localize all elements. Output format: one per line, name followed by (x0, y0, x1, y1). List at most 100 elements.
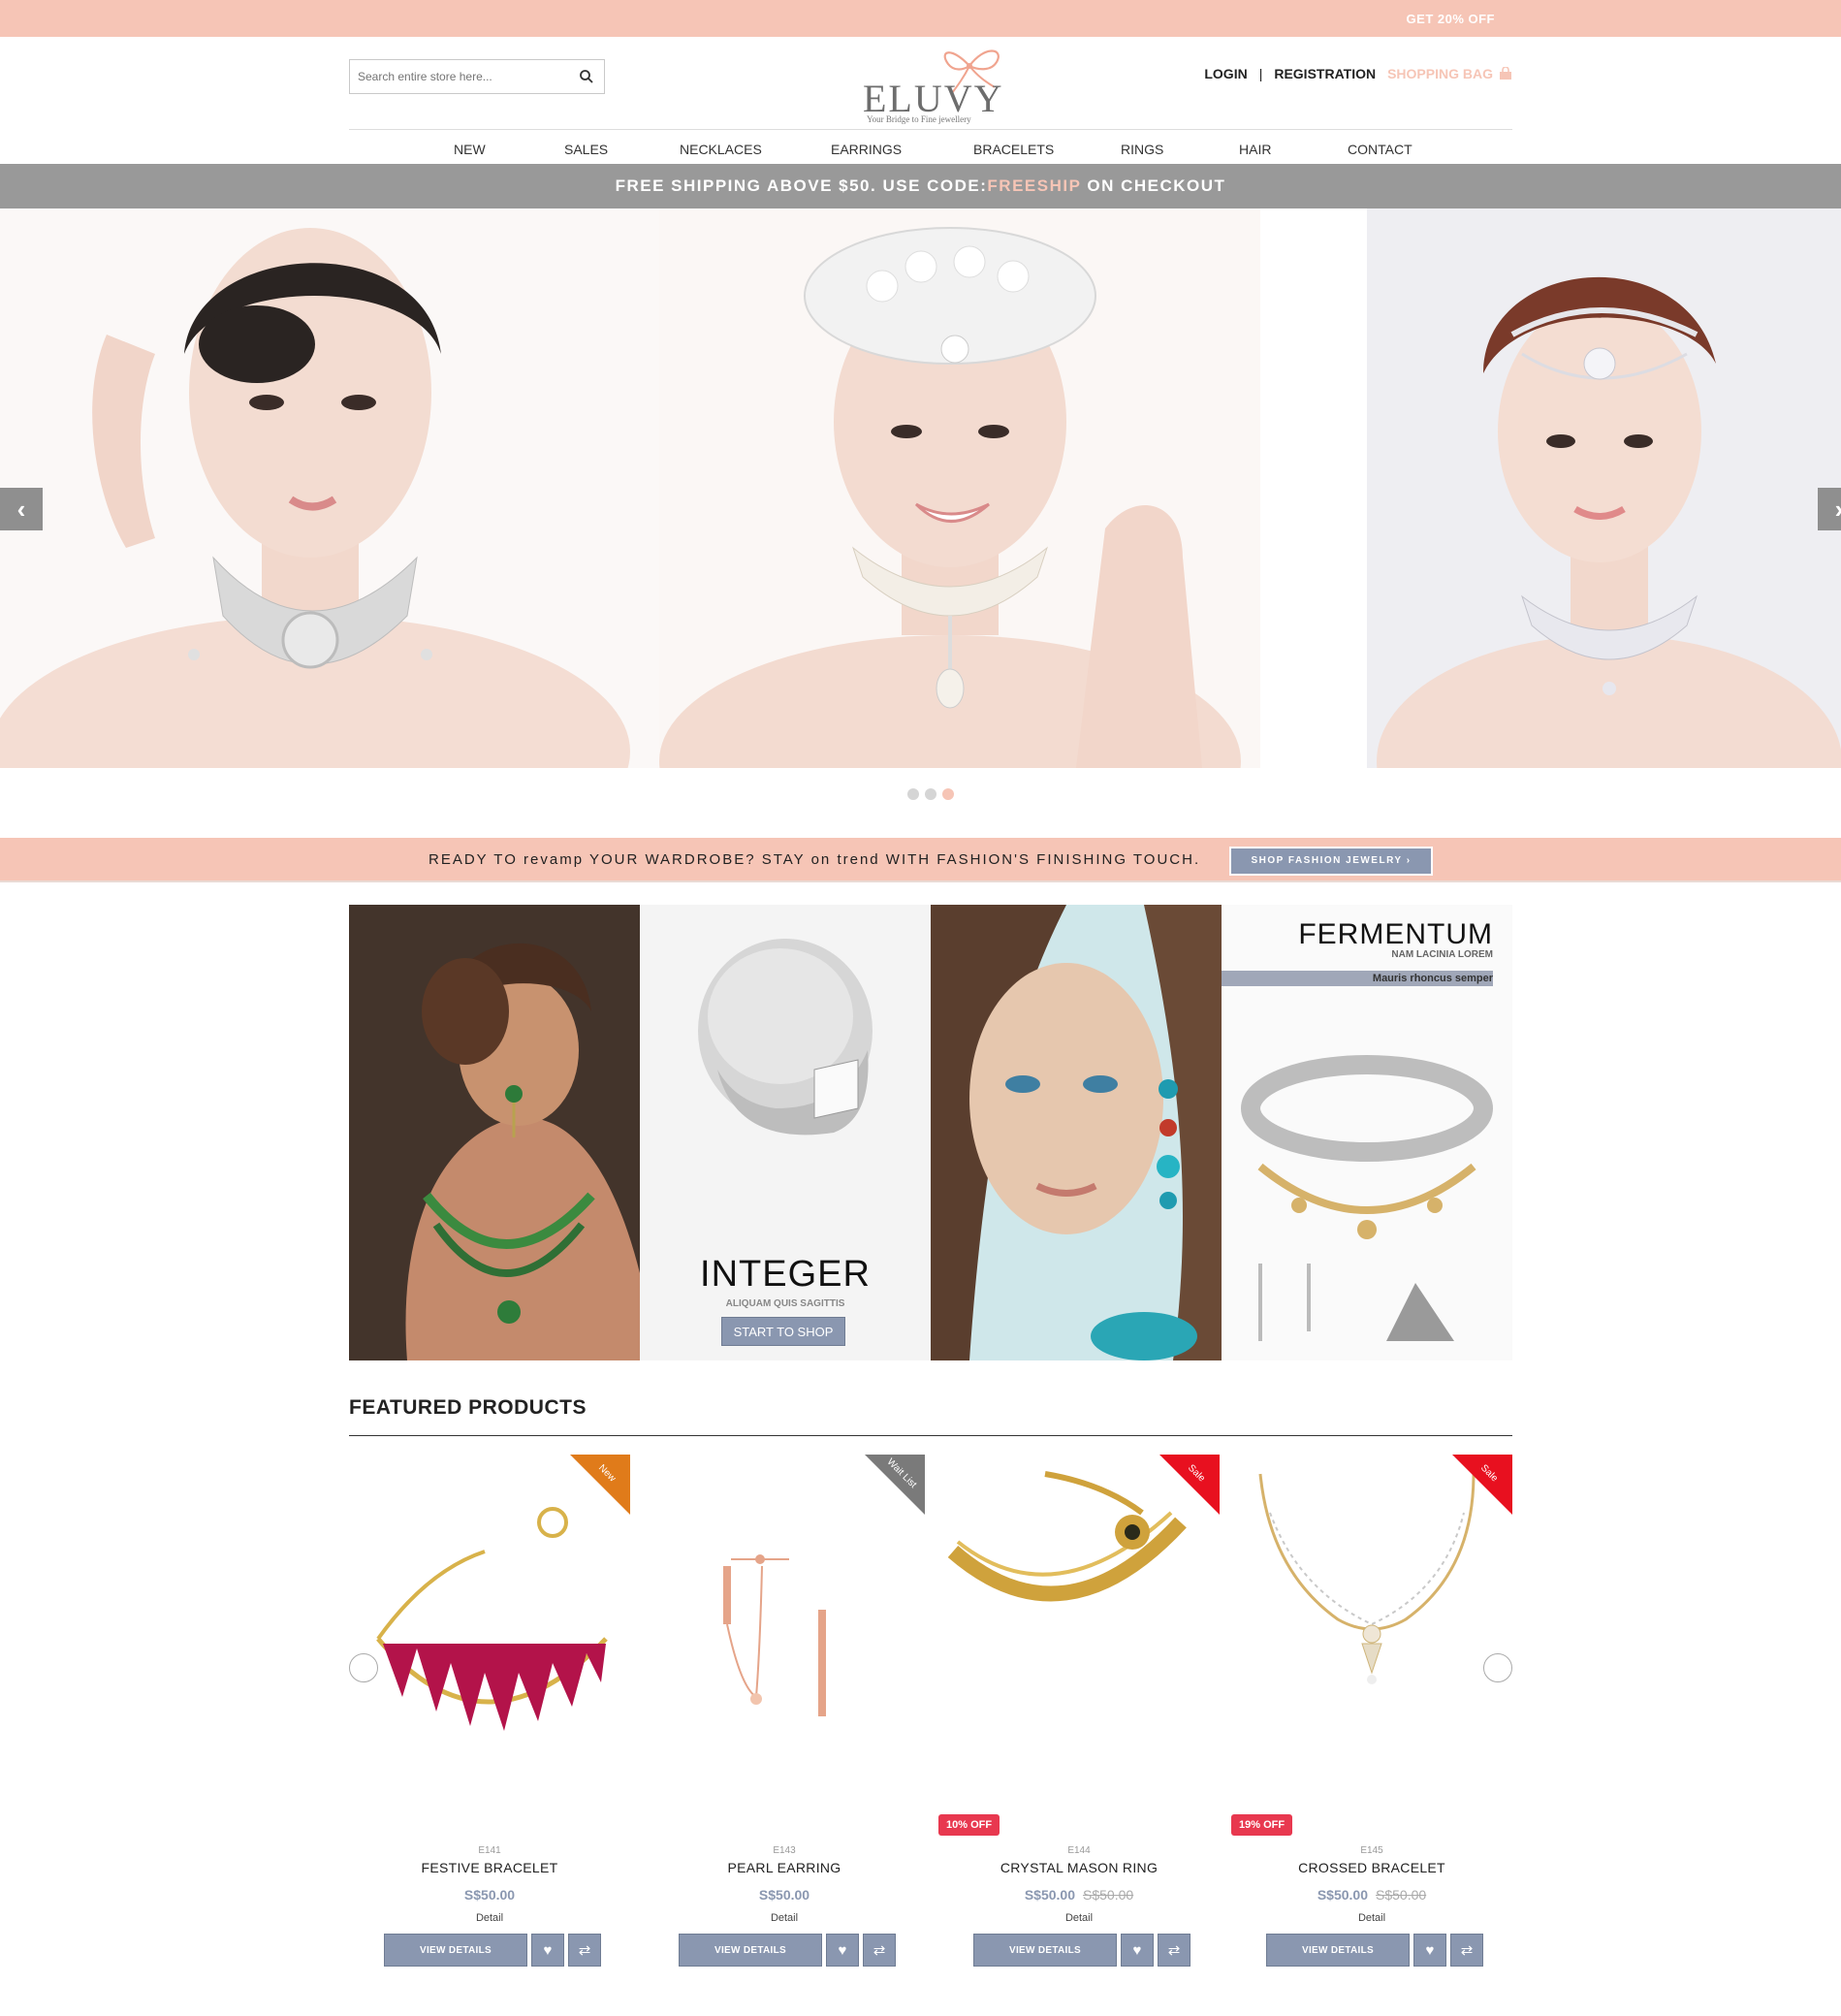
nav-item-necklaces[interactable]: NECKLACES (680, 142, 762, 157)
carousel-next-button[interactable] (1483, 1653, 1512, 1682)
nav-item-contact[interactable]: CONTACT (1348, 142, 1412, 157)
discount-badge: 19% OFF (1231, 1814, 1293, 1836)
slider-prev-button[interactable]: ‹ (0, 488, 43, 530)
search-icon[interactable] (579, 69, 594, 84)
product-name[interactable]: CROSSED BRACELET (1231, 1860, 1512, 1875)
promo-tile-integer[interactable]: INTEGER ALIQUAM QUIS SAGITTIS START TO S… (640, 905, 931, 1360)
product-detail-link[interactable]: Detail (1231, 1912, 1512, 1924)
search-box (349, 59, 605, 94)
promo-grid: INTEGER ALIQUAM QUIS SAGITTIS START TO S… (349, 905, 1512, 1360)
fermentum-subtitle: NAM LACINIA LOREM (1391, 949, 1493, 960)
product-image[interactable]: New (349, 1455, 630, 1818)
fermentum-title: FERMENTUM (1298, 918, 1493, 950)
product-sku: E144 (1067, 1845, 1091, 1856)
registration-link[interactable]: REGISTRATION (1274, 66, 1376, 81)
product-sku: E145 (1360, 1845, 1383, 1856)
link-separator: | (1258, 66, 1263, 81)
nav-item-bracelets[interactable]: BRACELETS (973, 142, 1054, 157)
main-nav: NEW SALES NECKLACES EARRINGS BRACELETS R… (349, 129, 1512, 164)
discount-badge: 10% OFF (938, 1814, 1000, 1836)
shopping-bag-link[interactable]: SHOPPING BAG (1387, 66, 1512, 81)
wishlist-button[interactable]: ♥ (826, 1934, 859, 1967)
product-image[interactable]: Sale (1231, 1455, 1512, 1818)
free-shipping-bar: FREE SHIPPING ABOVE $50. USE CODE:FREESH… (0, 164, 1841, 208)
nav-item-sales[interactable]: SALES (564, 142, 608, 157)
nav-item-hair[interactable]: HAIR (1239, 142, 1271, 157)
slider-dot-3[interactable] (942, 788, 954, 800)
product-actions: VIEW DETAILS ♥ ⇄ (973, 1934, 1190, 1967)
price-current: S$50.00 (1317, 1887, 1368, 1903)
promo-tile-fermentum[interactable]: FERMENTUM NAM LACINIA LOREM Mauris rhonc… (1222, 905, 1512, 1360)
product-sku: E143 (773, 1845, 796, 1856)
view-details-button[interactable]: VIEW DETAILS (679, 1934, 822, 1967)
product-price: S$50.00 (349, 1887, 630, 1903)
hero-model-image-1 (0, 208, 669, 768)
product-card: Sale 19% OFF E145 CROSSED BRACELET S$50.… (1231, 1455, 1512, 1978)
featured-products-title: FEATURED PRODUCTS (349, 1396, 587, 1419)
view-details-button[interactable]: VIEW DETAILS (1266, 1934, 1410, 1967)
featured-divider (349, 1435, 1512, 1436)
product-actions: VIEW DETAILS ♥ ⇄ (679, 1934, 896, 1967)
status-ribbon: Sale (1452, 1455, 1512, 1515)
product-detail-link[interactable]: Detail (349, 1912, 630, 1924)
carousel-prev-button[interactable] (349, 1653, 378, 1682)
shopping-bag-label: SHOPPING BAG (1387, 66, 1493, 81)
featured-products-carousel: New E141 FESTIVE BRACELET S$50.00 Detail… (349, 1455, 1512, 1978)
compare-arrows-icon: ⇄ (873, 1942, 886, 1959)
compare-button[interactable]: ⇄ (1158, 1934, 1190, 1967)
integer-subtitle: ALIQUAM QUIS SAGITTIS (725, 1298, 845, 1309)
login-link[interactable]: LOGIN (1204, 66, 1247, 81)
view-details-button[interactable]: VIEW DETAILS (384, 1934, 527, 1967)
integer-title: INTEGER (700, 1254, 871, 1295)
product-price: S$50.00 S$50.00 (938, 1887, 1220, 1903)
start-to-shop-button[interactable]: START TO SHOP (721, 1317, 845, 1346)
compare-button[interactable]: ⇄ (1450, 1934, 1483, 1967)
slider-next-button[interactable]: › (1818, 488, 1841, 530)
ready-banner: READY TO revamp YOUR WARDROBE? STAY on t… (0, 838, 1841, 882)
hero-slider: ‹ › (0, 208, 1841, 768)
wishlist-button[interactable]: ♥ (1413, 1934, 1446, 1967)
view-details-button[interactable]: VIEW DETAILS (973, 1934, 1117, 1967)
chevron-left-icon: ‹ (16, 494, 26, 524)
product-actions: VIEW DETAILS ♥ ⇄ (384, 1934, 601, 1967)
slider-dot-1[interactable] (907, 788, 919, 800)
product-detail-link[interactable]: Detail (938, 1912, 1220, 1924)
nav-item-earrings[interactable]: EARRINGS (831, 142, 902, 157)
product-sku: E141 (478, 1845, 501, 1856)
slider-dot-2[interactable] (925, 788, 936, 800)
search-input[interactable] (350, 60, 563, 93)
shop-fashion-jewelry-button[interactable]: SHOP FASHION JEWELRY › (1229, 847, 1433, 876)
site-logo[interactable]: ELUVY Your Bridge to Fine jewellery (863, 41, 1018, 126)
price-old: S$50.00 (1376, 1887, 1427, 1903)
product-image[interactable]: Wait List (644, 1455, 925, 1818)
product-detail-link[interactable]: Detail (644, 1912, 925, 1924)
promo-tile-model-earrings[interactable] (931, 905, 1222, 1360)
status-ribbon: Sale (1159, 1455, 1220, 1515)
product-name[interactable]: CRYSTAL MASON RING (938, 1860, 1220, 1875)
promo-link[interactable]: GET 20% OFF (1407, 12, 1495, 26)
product-image[interactable]: Sale (938, 1455, 1220, 1818)
price-current: S$50.00 (463, 1887, 516, 1903)
compare-button[interactable]: ⇄ (863, 1934, 896, 1967)
ready-banner-text: READY TO revamp YOUR WARDROBE? STAY on t… (429, 851, 1201, 868)
compare-arrows-icon: ⇄ (1167, 1942, 1181, 1959)
logo-tagline: Your Bridge to Fine jewellery (867, 114, 971, 124)
product-name[interactable]: FESTIVE BRACELET (349, 1860, 630, 1875)
nav-item-new[interactable]: NEW (454, 142, 486, 157)
wishlist-button[interactable]: ♥ (1121, 1934, 1154, 1967)
product-card: Sale 10% OFF E144 CRYSTAL MASON RING S$5… (938, 1455, 1220, 1978)
product-card: New E141 FESTIVE BRACELET S$50.00 Detail… (349, 1455, 630, 1978)
compare-button[interactable]: ⇄ (568, 1934, 601, 1967)
nav-item-rings[interactable]: RINGS (1121, 142, 1163, 157)
price-old: S$50.00 (1083, 1887, 1134, 1903)
wishlist-button[interactable]: ♥ (531, 1934, 564, 1967)
product-name[interactable]: PEARL EARRING (644, 1860, 925, 1875)
fermentum-bar-text: Mauris rhoncus semper (1372, 973, 1493, 984)
heart-icon: ♥ (838, 1941, 847, 1959)
site-header: ELUVY Your Bridge to Fine jewellery LOGI… (349, 37, 1512, 129)
hero-model-image-3 (1367, 208, 1841, 768)
compare-arrows-icon: ⇄ (1460, 1942, 1474, 1959)
heart-icon: ♥ (1425, 1941, 1435, 1959)
jewelry-set-image (1241, 1055, 1493, 1341)
promo-tile-model-necklace[interactable] (349, 905, 640, 1360)
